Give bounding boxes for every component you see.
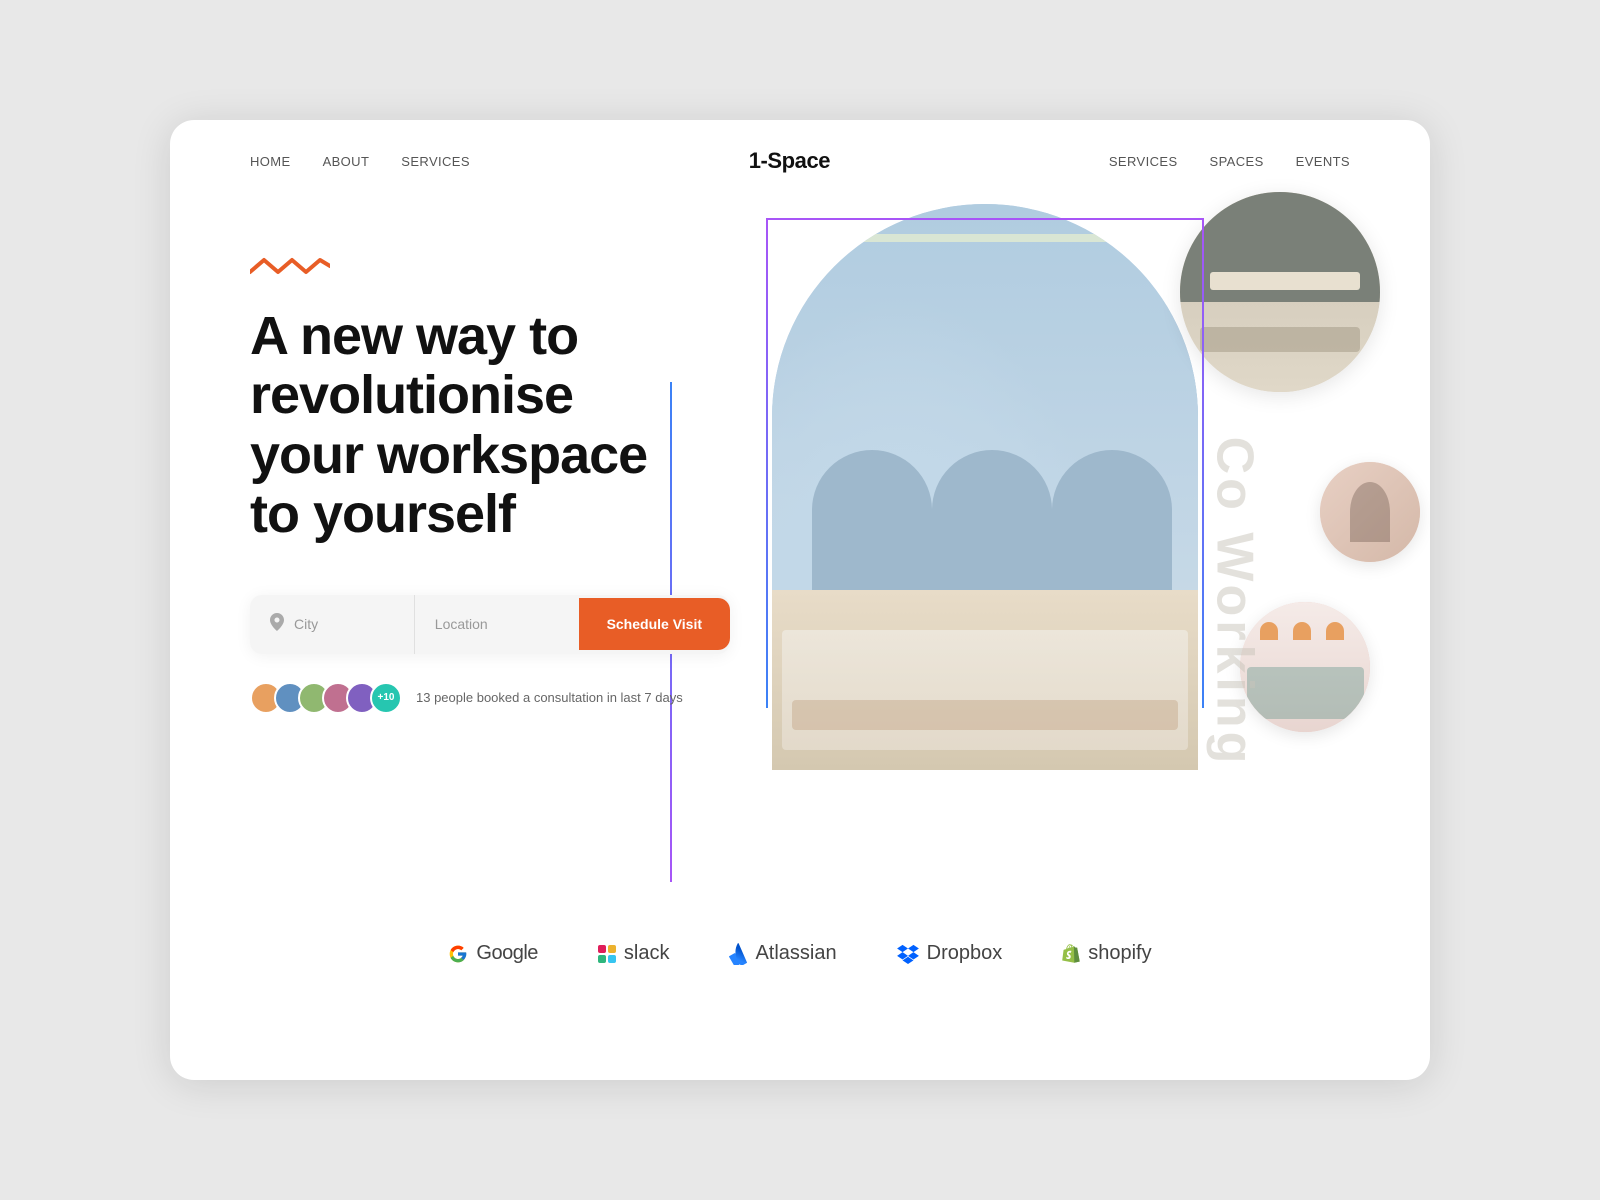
slack-label: slack bbox=[624, 942, 670, 965]
wave-decoration bbox=[250, 252, 750, 287]
small-room-interior bbox=[1320, 462, 1420, 562]
seating-area bbox=[782, 630, 1188, 750]
slack-cell-4 bbox=[608, 955, 616, 963]
nav-spaces[interactable]: SPACES bbox=[1210, 154, 1264, 169]
social-proof: +10 13 people booked a consultation in l… bbox=[250, 682, 750, 714]
dropbox-icon bbox=[897, 944, 919, 964]
city-placeholder: City bbox=[294, 616, 318, 632]
atlassian-icon bbox=[729, 943, 747, 965]
nav-left: HOME ABOUT SERVICES bbox=[250, 154, 470, 169]
brand-atlassian: Atlassian bbox=[729, 942, 836, 965]
person-silhouette bbox=[1350, 482, 1390, 542]
hero-section: A new way to revolutionise your workspac… bbox=[170, 202, 1430, 882]
meeting-room-image bbox=[1180, 192, 1380, 392]
brands-section: Google slack bbox=[170, 902, 1430, 1015]
location-placeholder: Location bbox=[435, 616, 488, 632]
nav-services-right[interactable]: SERVICES bbox=[1109, 154, 1178, 169]
navbar: HOME ABOUT SERVICES 1-Space SERVICES SPA… bbox=[170, 120, 1430, 202]
person-desk-image bbox=[1320, 462, 1420, 562]
coworking-label: Co Working bbox=[1205, 437, 1265, 768]
avatar-group: +10 bbox=[250, 682, 402, 714]
nav-home[interactable]: HOME bbox=[250, 154, 291, 169]
location-pin-icon bbox=[270, 613, 284, 636]
slack-cell-3 bbox=[598, 955, 606, 963]
slack-cell-2 bbox=[608, 945, 616, 953]
pendant-2 bbox=[1293, 622, 1311, 640]
workspace-photo bbox=[772, 204, 1198, 770]
room-table bbox=[1210, 272, 1360, 290]
avatar-more: +10 bbox=[370, 682, 402, 714]
nav-events[interactable]: EVENTS bbox=[1296, 154, 1350, 169]
shopify-label: shopify bbox=[1088, 942, 1151, 965]
nav-right: SERVICES SPACES EVENTS bbox=[1109, 154, 1350, 169]
ceiling-lights bbox=[772, 234, 1198, 242]
logo[interactable]: 1-Space bbox=[749, 148, 830, 174]
hero-right: Co Working bbox=[770, 222, 1350, 882]
main-workspace-image bbox=[770, 202, 1200, 772]
pendant-3 bbox=[1326, 622, 1344, 640]
location-field[interactable]: Location bbox=[415, 598, 579, 650]
pendant-lights bbox=[1260, 622, 1351, 652]
schedule-visit-button[interactable]: Schedule Visit bbox=[579, 598, 730, 650]
slack-icon bbox=[598, 945, 616, 963]
atlassian-label: Atlassian bbox=[755, 942, 836, 965]
nav-about[interactable]: ABOUT bbox=[323, 154, 370, 169]
brand-dropbox: Dropbox bbox=[897, 942, 1003, 965]
city-field[interactable]: City bbox=[250, 595, 415, 654]
brand-google: Google bbox=[448, 942, 538, 965]
brand-shopify: shopify bbox=[1062, 942, 1151, 965]
nav-services-left[interactable]: SERVICES bbox=[401, 154, 470, 169]
brand-slack: slack bbox=[598, 942, 670, 965]
google-icon bbox=[448, 944, 468, 964]
room-interior bbox=[1180, 192, 1380, 392]
page-container: HOME ABOUT SERVICES 1-Space SERVICES SPA… bbox=[170, 120, 1430, 1080]
room-chairs bbox=[1200, 327, 1360, 352]
hero-title: A new way to revolutionise your workspac… bbox=[250, 307, 750, 545]
search-bar: City Location Schedule Visit bbox=[250, 595, 730, 654]
shopify-icon bbox=[1062, 944, 1080, 964]
google-label: Google bbox=[476, 942, 538, 965]
slack-cell-1 bbox=[598, 945, 606, 953]
hero-left: A new way to revolutionise your workspac… bbox=[250, 222, 750, 882]
social-proof-text: 13 people booked a consultation in last … bbox=[416, 690, 683, 705]
dropbox-label: Dropbox bbox=[927, 942, 1003, 965]
table-row-sim bbox=[792, 700, 1178, 730]
